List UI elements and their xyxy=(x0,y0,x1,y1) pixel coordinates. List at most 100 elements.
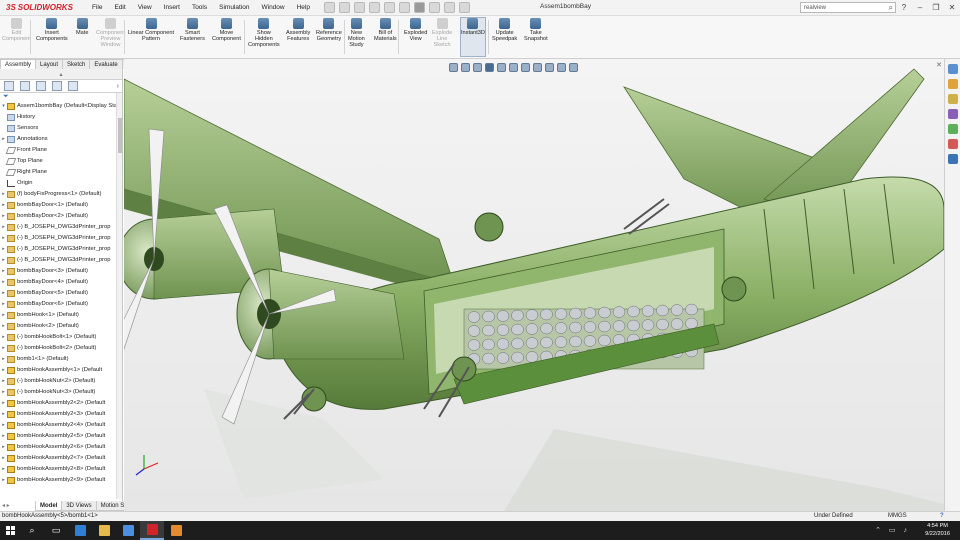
display-style-icon[interactable] xyxy=(521,62,530,72)
display-manager-tab-icon[interactable] xyxy=(68,81,78,91)
graphics-viewport[interactable]: ✕ xyxy=(124,59,944,511)
scrollbar-thumb[interactable] xyxy=(118,118,122,153)
tree-item[interactable]: ▸ bombHookAssembly2<3> (Default xyxy=(0,409,122,420)
system-tray[interactable]: ⌃ ▭ ♪ xyxy=(875,526,910,534)
section-view-icon[interactable] xyxy=(485,62,494,72)
expand-icon[interactable]: ▸ xyxy=(0,233,7,244)
dynamic-annotation-icon[interactable] xyxy=(497,62,506,72)
options-icon[interactable] xyxy=(458,2,470,13)
cmd-motion-study-button[interactable]: New Motion Study xyxy=(348,18,365,48)
restore-button[interactable]: ❐ xyxy=(928,0,944,15)
filter-icon[interactable]: ⏷ xyxy=(0,93,122,101)
tree-item[interactable]: ▸ bombHookAssembly2<6> (Default xyxy=(0,442,122,453)
tree-item[interactable]: ▸ bombBayDoor<5> (Default) xyxy=(0,288,122,299)
tab-assembly[interactable]: Assembly xyxy=(0,59,37,69)
tab-3d-views[interactable]: 3D Views xyxy=(61,501,97,511)
tree-item[interactable]: ▸ bombHook<2> (Default) xyxy=(0,321,122,332)
tree-item[interactable]: Origin xyxy=(0,178,122,189)
expand-icon[interactable]: ▸ xyxy=(0,266,7,277)
tree-item[interactable]: Sensors xyxy=(0,123,122,134)
dimxpert-tab-icon[interactable] xyxy=(52,81,62,91)
expand-icon[interactable]: ▸ xyxy=(0,409,7,420)
tree-item[interactable]: ▸ (-) bombHookBolt<2> (Default) xyxy=(0,343,122,354)
view-settings-icon[interactable] xyxy=(569,62,578,72)
tree-item[interactable]: ▸ (-) bombHookNut<3> (Default) xyxy=(0,387,122,398)
cmd-assembly-features-button[interactable]: Assembly Features xyxy=(286,18,310,42)
expand-icon[interactable]: ▸ xyxy=(0,431,7,442)
expand-icon[interactable]: ▸ xyxy=(0,200,7,211)
menu-tools[interactable]: Tools xyxy=(186,4,213,11)
cmd-instant3d-button[interactable]: Instant3D xyxy=(460,17,486,57)
expand-icon[interactable]: ▸ xyxy=(0,321,7,332)
expand-icon[interactable]: ▸ xyxy=(0,211,7,222)
configuration-manager-tab-icon[interactable] xyxy=(36,81,46,91)
pin-icon[interactable] xyxy=(323,2,335,13)
menu-simulation[interactable]: Simulation xyxy=(213,4,255,11)
tree-item[interactable]: ▸ bombHookAssembly<1> (Default xyxy=(0,365,122,376)
tree-item[interactable]: ▸ (-) B_JOSEPH_DWG3dPrinter_prop xyxy=(0,244,122,255)
tree-item[interactable]: ▸ (-) B_JOSEPH_DWG3dPrinter_prop xyxy=(0,222,122,233)
viewport-close-icon[interactable]: ✕ xyxy=(936,61,942,69)
expand-icon[interactable]: ▸ xyxy=(0,398,7,409)
expand-icon[interactable]: ▸ xyxy=(0,277,7,288)
expand-icon[interactable]: ▸ xyxy=(0,453,7,464)
solidworks-taskbar-icon[interactable] xyxy=(140,521,164,540)
help-button[interactable]: ? xyxy=(896,0,912,15)
print-icon[interactable] xyxy=(383,2,395,13)
paint-app-icon[interactable] xyxy=(164,521,188,540)
expand-icon[interactable]: ▸ xyxy=(0,255,7,266)
cmd-exploded-view-button[interactable]: Exploded View xyxy=(404,18,427,42)
tab-evaluate[interactable]: Evaluate xyxy=(89,59,123,69)
tree-item[interactable]: ▸ bombHookAssembly2<5> (Default xyxy=(0,431,122,442)
cmd-explode-line-button[interactable]: Explode Line Sketch xyxy=(432,18,452,48)
tree-scrollbar[interactable] xyxy=(116,93,122,499)
expand-icon[interactable]: ▸ xyxy=(0,354,7,365)
menu-view[interactable]: View xyxy=(132,4,158,11)
expand-icon[interactable]: ▸ xyxy=(0,475,7,486)
property-manager-tab-icon[interactable] xyxy=(20,81,30,91)
expand-icon[interactable]: ▸ xyxy=(0,244,7,255)
store-icon[interactable] xyxy=(116,521,140,540)
custom-properties-icon[interactable] xyxy=(947,139,958,149)
expand-icon[interactable]: ▸ xyxy=(0,288,7,299)
save-icon[interactable] xyxy=(368,2,380,13)
tree-item[interactable]: ▸ bombBayDoor<3> (Default) xyxy=(0,266,122,277)
cmd-component-preview-button[interactable]: Component Preview Window xyxy=(96,18,125,48)
expand-icon[interactable]: ▸ xyxy=(0,299,7,310)
menu-help[interactable]: Help xyxy=(291,4,316,11)
expand-icon[interactable]: ▸ xyxy=(0,464,7,475)
tree-item[interactable]: ▸ Annotations xyxy=(0,134,122,145)
solidworks-resources-icon[interactable] xyxy=(947,64,958,74)
cmd-snapshot-button[interactable]: Take Snapshot xyxy=(524,18,548,42)
design-library-icon[interactable] xyxy=(947,79,958,89)
tree-item[interactable]: ▸ (-) bombHookBolt<1> (Default) xyxy=(0,332,122,343)
tree-item[interactable]: History xyxy=(0,112,122,123)
tree-item[interactable]: ▸ bombBayDoor<2> (Default) xyxy=(0,211,122,222)
tab-sketch[interactable]: Sketch xyxy=(62,59,91,69)
cmd-move-component-button[interactable]: Move Component xyxy=(212,18,241,42)
view-orientation-icon[interactable] xyxy=(509,62,518,72)
tree-item[interactable]: Top Plane xyxy=(0,156,122,167)
tree-item[interactable]: ▸ bombBayDoor<6> (Default) xyxy=(0,299,122,310)
menu-file[interactable]: File xyxy=(86,4,108,11)
solidworks-logo[interactable]: 3S SOLIDWORKS xyxy=(0,3,86,12)
clock[interactable]: 4:54 PM 9/22/2016 xyxy=(925,522,950,538)
tree-item[interactable]: ▸ bombBayDoor<1> (Default) xyxy=(0,200,122,211)
menu-insert[interactable]: Insert xyxy=(158,4,186,11)
edit-appearance-icon[interactable] xyxy=(545,62,554,72)
tree-item[interactable]: ▸ bombHookAssembly2<4> (Default xyxy=(0,420,122,431)
expand-icon[interactable]: ▸ xyxy=(0,222,7,233)
search-input[interactable]: realview ⌕ xyxy=(800,2,896,13)
units-selector[interactable]: MMGS xyxy=(888,512,907,521)
expand-icon[interactable]: ▸ xyxy=(0,332,7,343)
tab-model[interactable]: Model xyxy=(35,501,63,511)
view-palette-icon[interactable] xyxy=(947,109,958,119)
tree-item[interactable]: ▸ bomb1<1> (Default) xyxy=(0,354,122,365)
expand-icon[interactable]: ▸ xyxy=(0,387,7,398)
expand-icon[interactable]: ▸ xyxy=(0,189,7,200)
appearances-icon[interactable] xyxy=(947,124,958,134)
select-icon[interactable] xyxy=(413,2,425,13)
file-explorer-taskbar-icon[interactable] xyxy=(92,521,116,540)
forum-icon[interactable] xyxy=(947,154,958,164)
start-button[interactable] xyxy=(0,526,20,535)
